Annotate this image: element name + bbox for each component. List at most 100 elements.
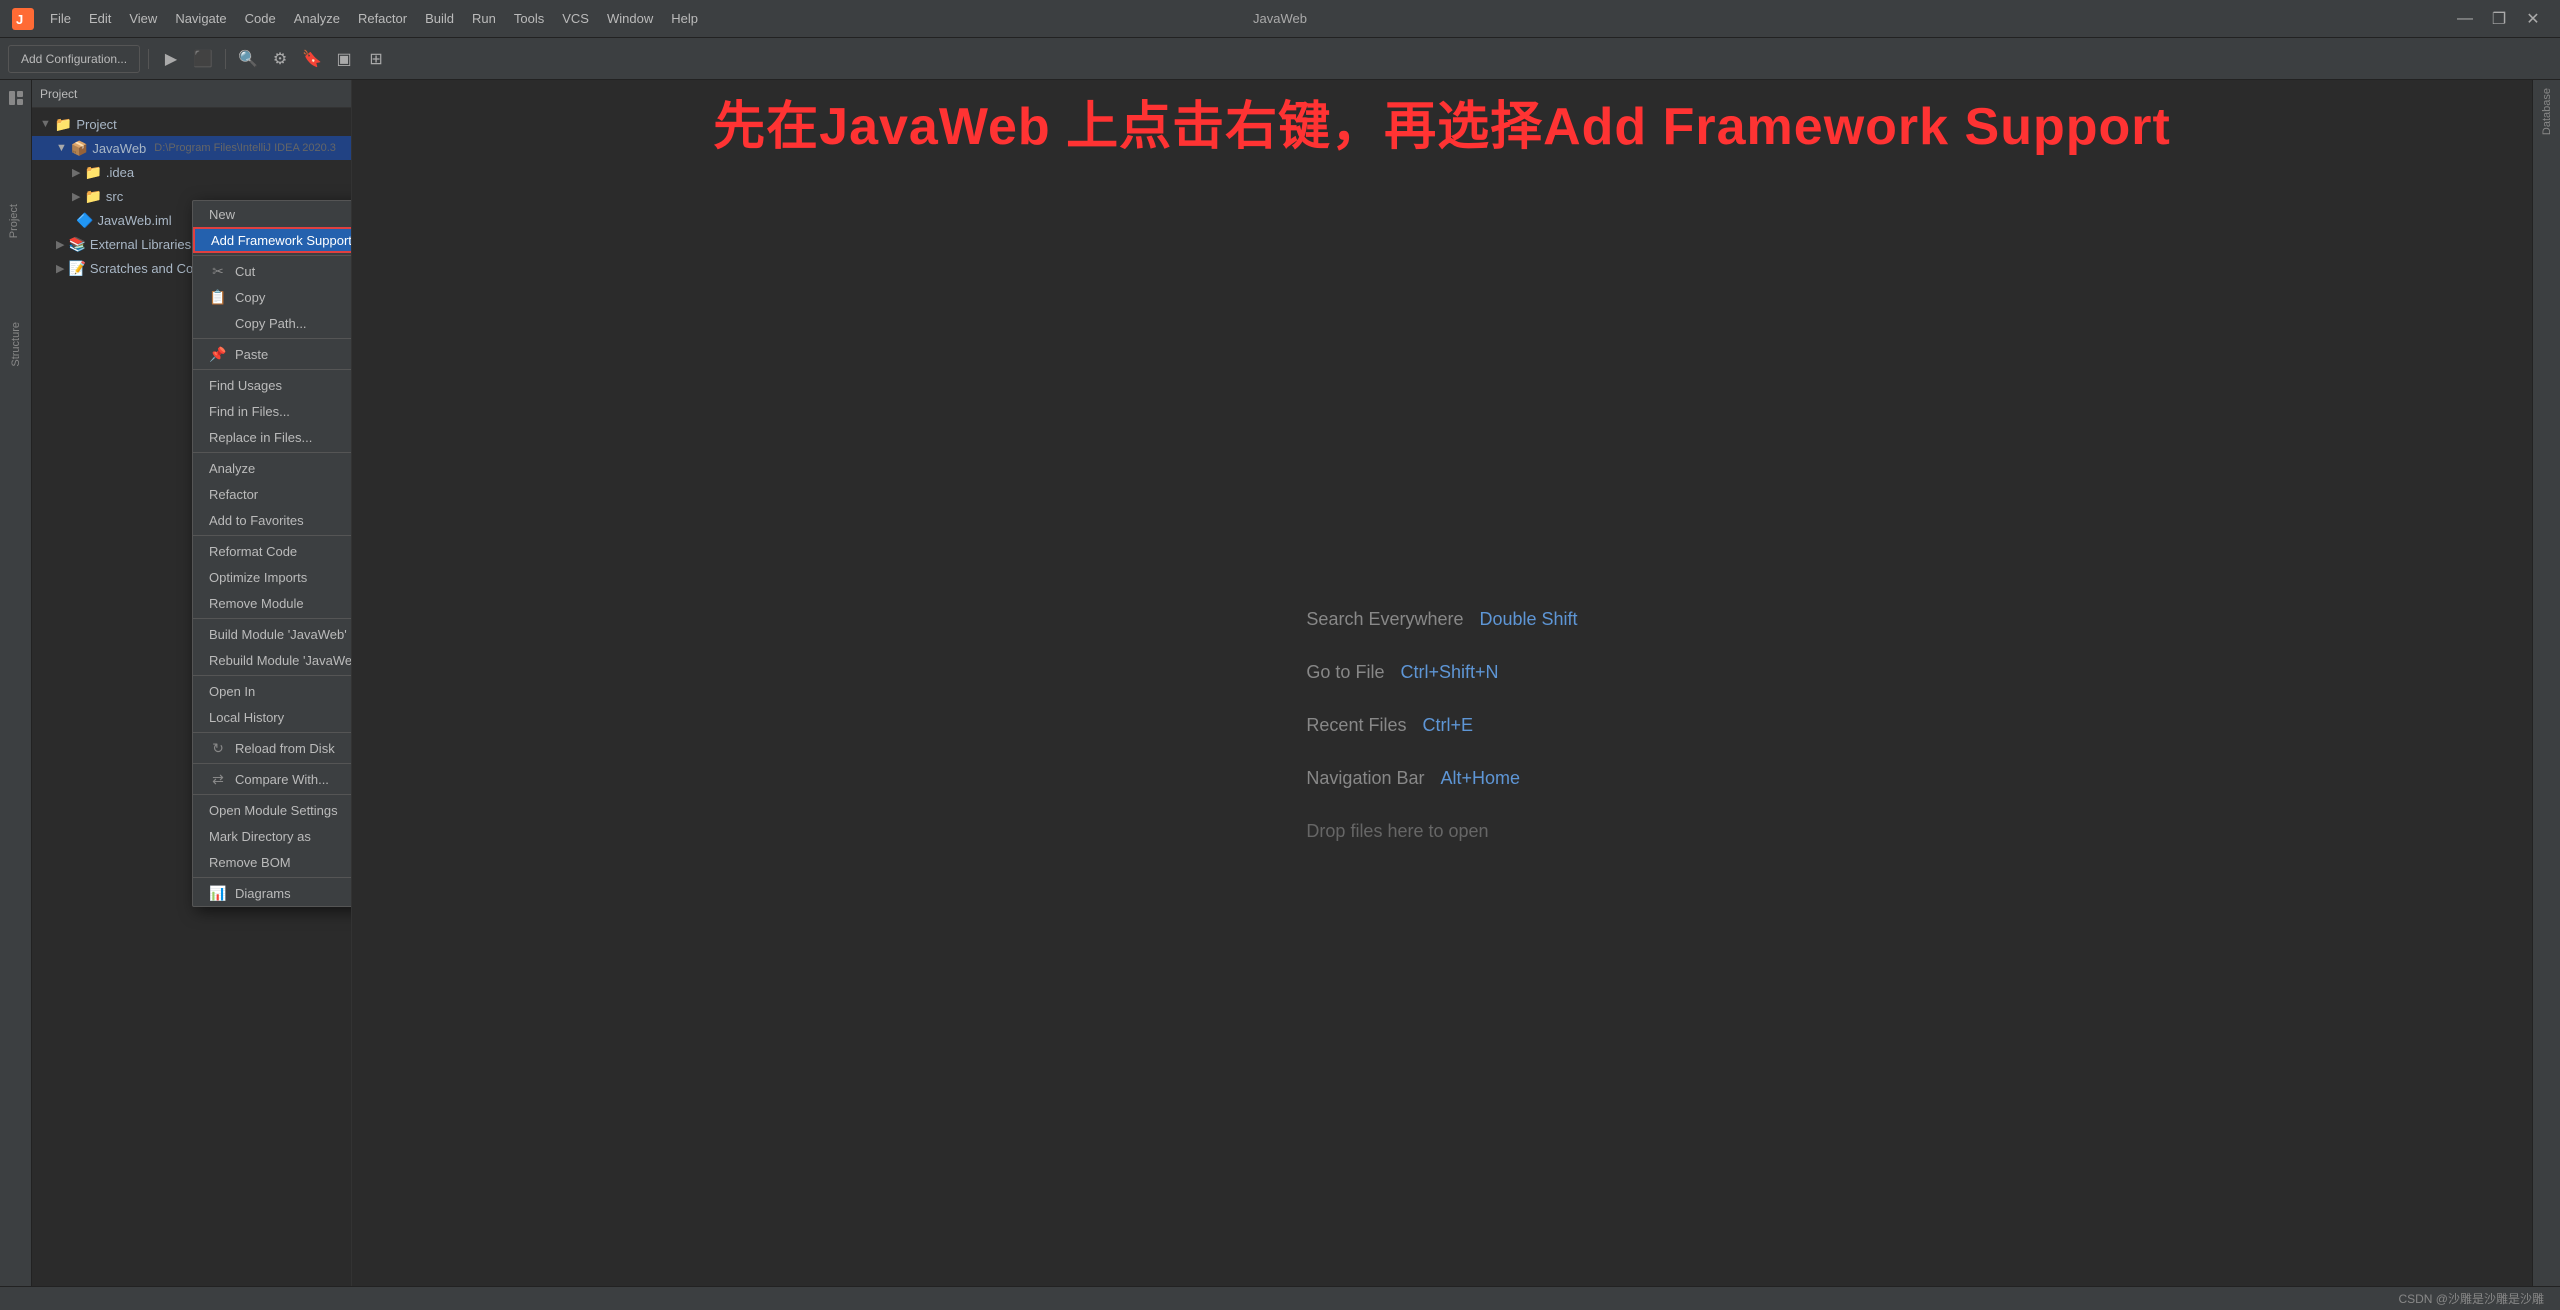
app-logo: J — [12, 8, 34, 30]
add-configuration-button[interactable]: Add Configuration... — [8, 45, 140, 73]
tree-item-idea[interactable]: ▶ 📁 .idea — [32, 160, 351, 184]
cm-find-usages-label: Find Usages — [209, 378, 352, 393]
cm-compare-with[interactable]: ⇄ Compare With... Ctrl+D — [193, 766, 352, 792]
cm-refactor-label: Refactor — [209, 487, 352, 502]
shortcut-recent-label: Recent Files — [1306, 715, 1406, 736]
cm-remove-bom[interactable]: Remove BOM — [193, 849, 352, 875]
cm-find-files[interactable]: Find in Files... Ctrl+Shift+F — [193, 398, 352, 424]
cm-reformat[interactable]: Reformat Code Ctrl+Alt+L — [193, 538, 352, 564]
cm-diagrams[interactable]: 📊 Diagrams ▶ — [193, 880, 352, 906]
menu-tools[interactable]: Tools — [506, 7, 552, 30]
cm-copy[interactable]: 📋 Copy Ctrl+C — [193, 284, 352, 310]
cm-build-module[interactable]: Build Module 'JavaWeb' — [193, 621, 352, 647]
shortcut-search-label: Search Everywhere — [1306, 609, 1463, 630]
cm-find-files-label: Find in Files... — [209, 404, 352, 419]
cm-copy-label: Copy — [235, 290, 352, 305]
toolbar-separator-1 — [148, 49, 149, 69]
cm-new[interactable]: New ▶ — [193, 201, 352, 227]
menu-edit[interactable]: Edit — [81, 7, 119, 30]
panel-title: Project — [40, 87, 77, 101]
shortcut-goto-file: Go to File Ctrl+Shift+N — [1306, 662, 1577, 683]
cm-rebuild-module[interactable]: Rebuild Module 'JavaWeb' Ctrl+Shift+F9 — [193, 647, 352, 673]
expand-button[interactable]: ⊞ — [362, 45, 390, 73]
maximize-button[interactable]: ❐ — [2484, 7, 2514, 31]
settings-button[interactable]: ⚙ — [266, 45, 294, 73]
tree-label-project: Project — [76, 117, 116, 132]
cm-paste[interactable]: 📌 Paste Ctrl+V — [193, 341, 352, 367]
cm-mark-dir[interactable]: Mark Directory as ▶ — [193, 823, 352, 849]
menu-help[interactable]: Help — [663, 7, 706, 30]
menu-build[interactable]: Build — [417, 7, 462, 30]
cm-reload-label: Reload from Disk — [235, 741, 352, 756]
right-sidebar-strip: Database — [2532, 80, 2560, 1310]
cm-module-settings-label: Open Module Settings — [209, 803, 352, 818]
menu-navigate[interactable]: Navigate — [167, 7, 234, 30]
database-panel-toggle[interactable]: Database — [2541, 80, 2553, 143]
project-panel-toggle[interactable] — [2, 84, 30, 112]
toolbar-separator-2 — [225, 49, 226, 69]
cm-replace-files-label: Replace in Files... — [209, 430, 352, 445]
cm-diagrams-label: Diagrams — [235, 886, 352, 901]
stop-button[interactable]: ⬛ — [189, 45, 217, 73]
shortcut-goto-key: Ctrl+Shift+N — [1400, 662, 1498, 683]
cm-sep-2 — [193, 338, 352, 339]
menu-vcs[interactable]: VCS — [554, 7, 597, 30]
cm-add-framework-label: Add Framework Support... — [211, 233, 352, 248]
compare-icon: ⇄ — [209, 771, 227, 788]
cm-local-history-label: Local History — [209, 710, 352, 725]
toolbar: Add Configuration... ▶ ⬛ 🔍 ⚙ 🔖 ▣ ⊞ — [0, 38, 2560, 80]
shortcut-nav-key: Alt+Home — [1441, 768, 1521, 789]
tree-item-javaweb[interactable]: ▼ 📦 JavaWeb D:\Program Files\IntelliJ ID… — [32, 136, 351, 160]
cm-replace-files[interactable]: Replace in Files... Ctrl+Shift+R — [193, 424, 352, 450]
svg-text:J: J — [16, 12, 23, 27]
menu-code[interactable]: Code — [237, 7, 284, 30]
cm-sep-11 — [193, 877, 352, 878]
shortcut-recent-key: Ctrl+E — [1422, 715, 1473, 736]
cm-add-framework[interactable]: Add Framework Support... — [193, 227, 352, 253]
cm-sep-5 — [193, 535, 352, 536]
cm-compare-label: Compare With... — [235, 772, 352, 787]
main-content: 先在JavaWeb 上点击右键，再选择Add Framework Support… — [352, 80, 2532, 1310]
cm-add-favorites[interactable]: Add to Favorites ▶ — [193, 507, 352, 533]
minimize-button[interactable]: — — [2450, 7, 2480, 31]
menu-run[interactable]: Run — [464, 7, 504, 30]
status-text: CSDN @沙雕是沙雕是沙雕 — [2398, 1290, 2544, 1307]
menu-refactor[interactable]: Refactor — [350, 7, 415, 30]
cm-optimize-imports[interactable]: Optimize Imports Ctrl+Alt+O — [193, 564, 352, 590]
cm-reload[interactable]: ↻ Reload from Disk — [193, 735, 352, 761]
close-button[interactable]: ✕ — [2518, 7, 2548, 31]
menu-analyze[interactable]: Analyze — [286, 7, 348, 30]
cm-analyze-label: Analyze — [209, 461, 352, 476]
context-menu: New ▶ Add Framework Support... ✂ Cut Ctr… — [192, 200, 352, 907]
project-label[interactable]: Project — [4, 200, 24, 242]
cm-local-history[interactable]: Local History ▶ — [193, 704, 352, 730]
structure-label[interactable]: Structure — [6, 314, 26, 375]
terminal-button[interactable]: ▣ — [330, 45, 358, 73]
bookmark-button[interactable]: 🔖 — [298, 45, 326, 73]
shortcut-nav-bar: Navigation Bar Alt+Home — [1306, 768, 1577, 789]
cm-remove-module[interactable]: Remove Module Delete — [193, 590, 352, 616]
menu-window[interactable]: Window — [599, 7, 661, 30]
run-button[interactable]: ▶ — [157, 45, 185, 73]
panel-header: Project — [32, 80, 351, 108]
tree-item-project[interactable]: ▼ 📁 Project — [32, 112, 351, 136]
menu-view[interactable]: View — [121, 7, 165, 30]
cm-new-label: New — [209, 207, 352, 222]
shortcut-search-key: Double Shift — [1480, 609, 1578, 630]
cm-open-in[interactable]: Open In ▶ — [193, 678, 352, 704]
diagrams-icon: 📊 — [209, 885, 227, 902]
shortcuts-panel: Search Everywhere Double Shift Go to Fil… — [1306, 609, 1577, 842]
cm-cut[interactable]: ✂ Cut Ctrl+X — [193, 258, 352, 284]
drop-files-label: Drop files here to open — [1306, 821, 1488, 842]
cm-remove-module-label: Remove Module — [209, 596, 352, 611]
search-everywhere-button[interactable]: 🔍 — [234, 45, 262, 73]
menu-file[interactable]: File — [42, 7, 79, 30]
cm-find-usages[interactable]: Find Usages Alt+F7 — [193, 372, 352, 398]
cm-copy-path[interactable]: Copy Path... — [193, 310, 352, 336]
cm-analyze[interactable]: Analyze ▶ — [193, 455, 352, 481]
cm-optimize-imports-label: Optimize Imports — [209, 570, 352, 585]
cm-module-settings[interactable]: Open Module Settings F4 — [193, 797, 352, 823]
cm-refactor[interactable]: Refactor ▶ — [193, 481, 352, 507]
window-controls: — ❐ ✕ — [2450, 7, 2548, 31]
window-title: JavaWeb — [1253, 11, 1307, 26]
